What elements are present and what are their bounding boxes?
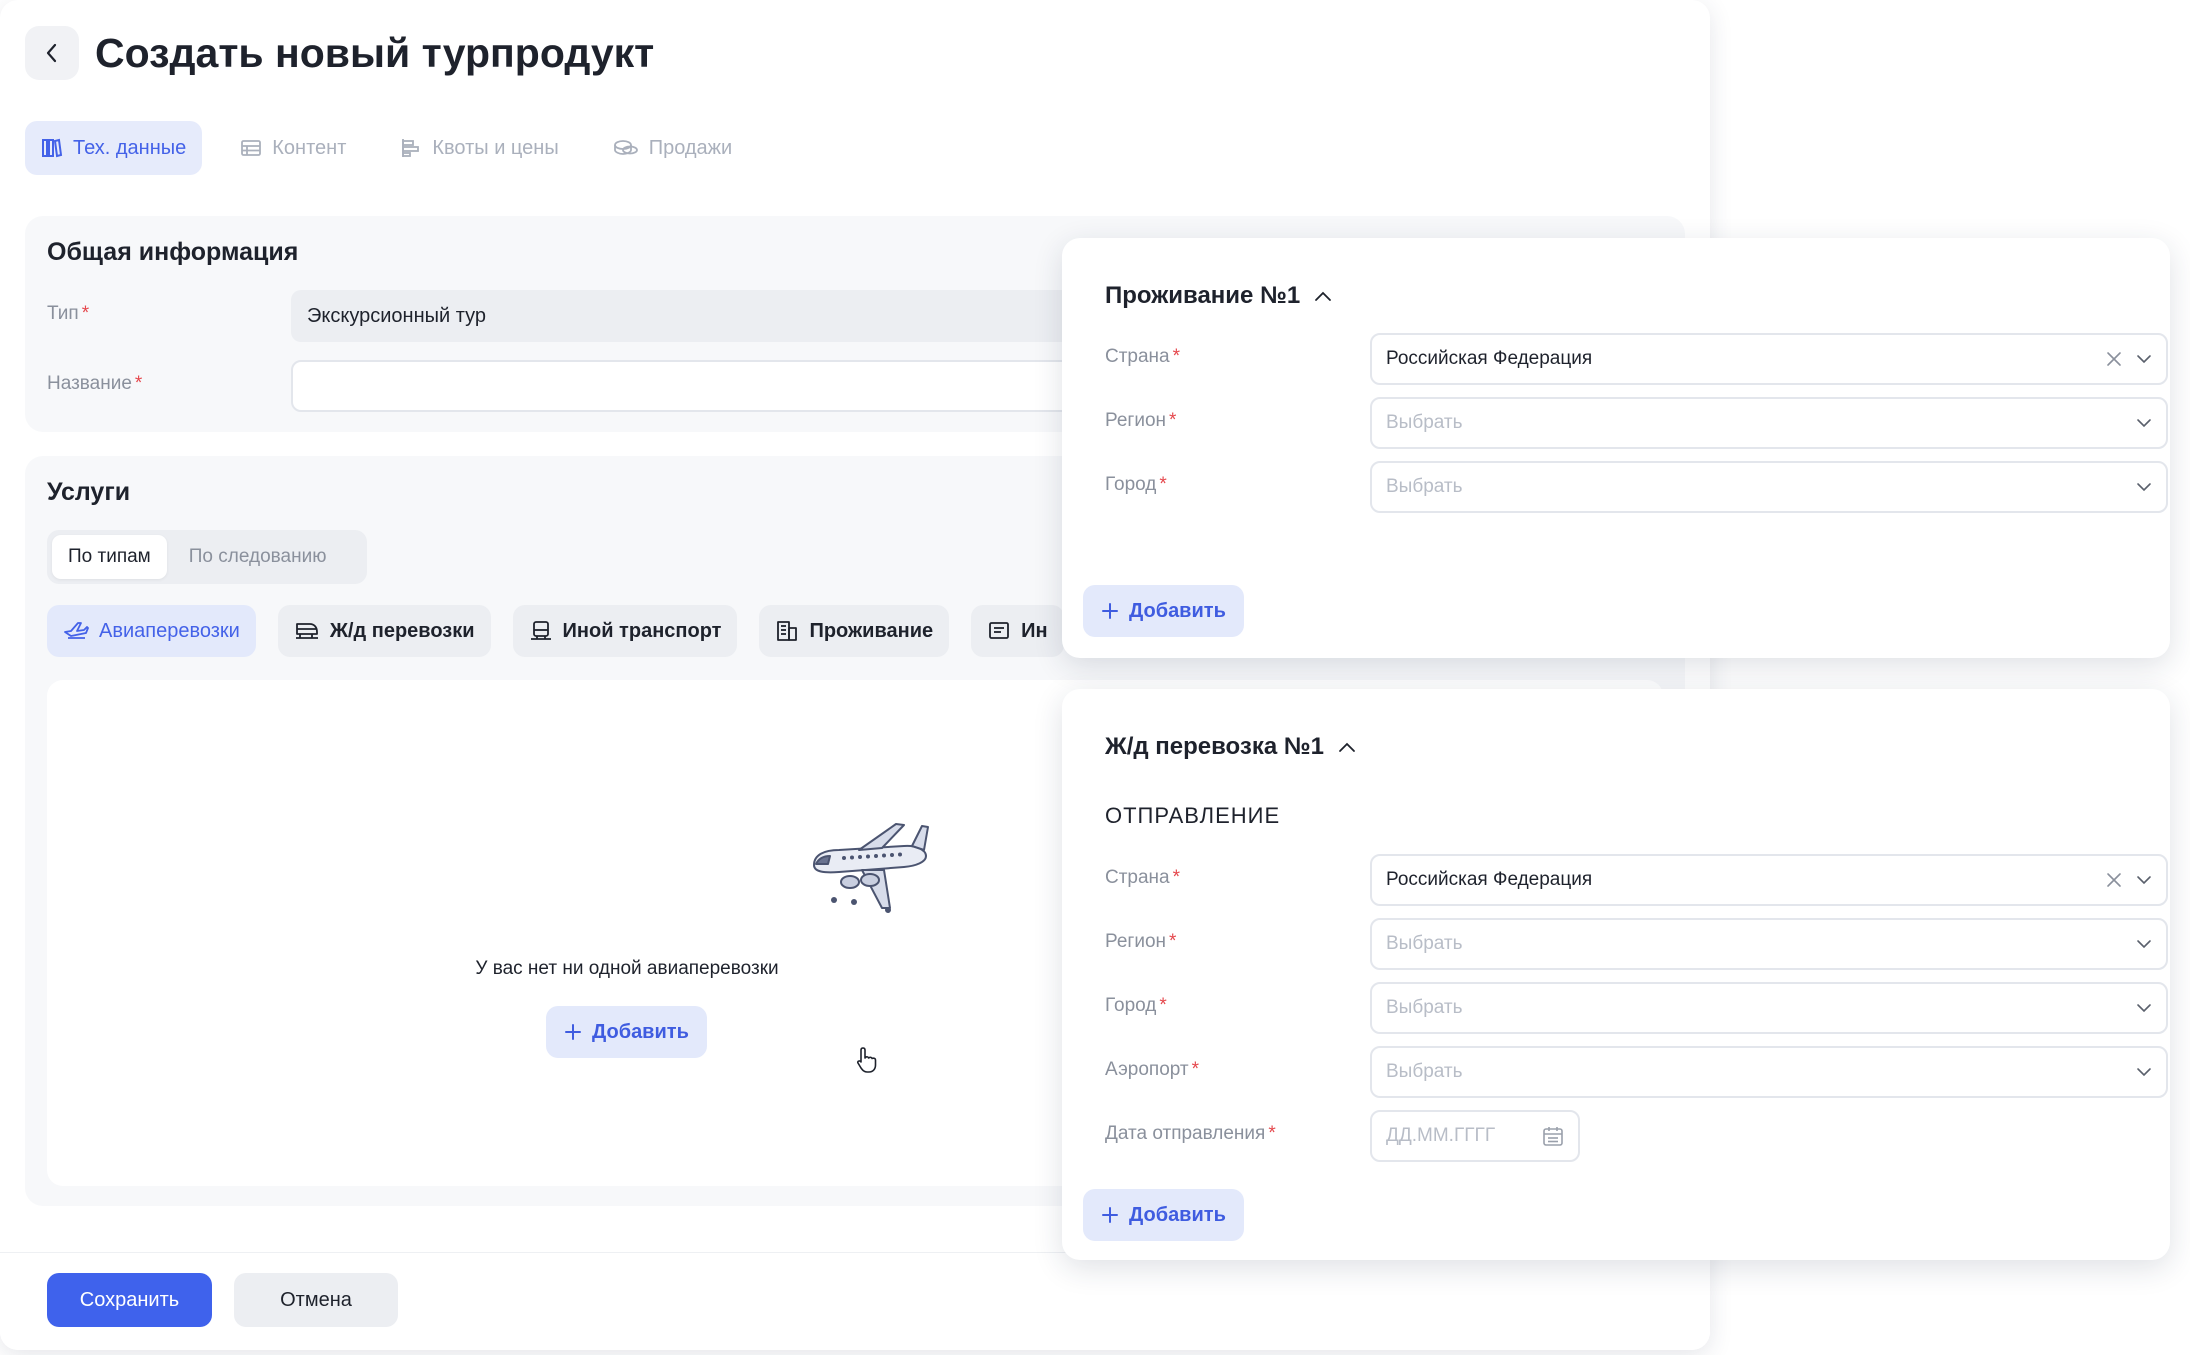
tab-bar: Тех. данные Контент Квоты и цены Продажи: [25, 121, 748, 175]
clear-icon[interactable]: [2106, 351, 2122, 367]
type-value: Экскурсионный тур: [307, 304, 486, 327]
add-air-button[interactable]: Добавить: [546, 1006, 707, 1058]
chevron-down-icon: [2137, 876, 2151, 885]
departure-date-label: Дата отправления *: [1105, 1123, 1276, 1144]
service-type-chips: Авиаперевозки Ж/д перевозки Иной транспо…: [47, 605, 1064, 657]
airport-select[interactable]: Выбрать: [1370, 1046, 2168, 1098]
chip-label: Проживание: [809, 619, 934, 642]
name-label: Название *: [47, 373, 143, 394]
section-title: Услуги: [47, 478, 131, 506]
coins-icon: [613, 140, 638, 155]
clear-icon[interactable]: [2106, 872, 2122, 888]
action-bar: Сохранить Отмена: [0, 1252, 1710, 1350]
books-icon: [42, 138, 63, 158]
page-header: Создать новый турпродукт: [25, 26, 654, 80]
chip-label: Иной транспорт: [562, 619, 722, 642]
chevron-down-icon: [2137, 419, 2151, 428]
chevron-left-icon: [46, 43, 57, 63]
tab-label: Контент: [272, 136, 347, 159]
bus-icon: [530, 621, 551, 640]
region-label: Регион *: [1105, 410, 1177, 431]
segment-by-type[interactable]: По типам: [52, 535, 167, 579]
chip-air[interactable]: Авиаперевозки: [47, 605, 256, 657]
add-label: Добавить: [1129, 599, 1226, 622]
date-placeholder: ДД.ММ.ГГГГ: [1386, 1125, 1496, 1146]
chip-other-transport[interactable]: Иной транспорт: [512, 605, 738, 657]
airplane-illustration: [804, 820, 934, 920]
tab-label: Тех. данные: [73, 136, 187, 159]
city-label: Город *: [1105, 474, 1167, 495]
country-select[interactable]: Российская Федерация: [1370, 333, 2168, 385]
accommodation-title[interactable]: Проживание №1: [1105, 282, 1332, 310]
region-select[interactable]: Выбрать: [1370, 397, 2168, 449]
railway-panel: Ж/д перевозка №1 ОТПРАВЛЕНИЕ Страна * Рос…: [1062, 689, 2170, 1260]
country-value: Российская Федерация: [1386, 348, 1593, 369]
chevron-down-icon: [2137, 1068, 2151, 1077]
services-view-toggle: По типам По следованию: [47, 530, 367, 584]
chevron-up-icon[interactable]: [1314, 290, 1332, 302]
page-title: Создать новый турпродукт: [95, 29, 655, 76]
chevron-down-icon: [2137, 483, 2151, 492]
airport-placeholder: Выбрать: [1386, 1061, 1463, 1082]
pointer-cursor-icon: [856, 1046, 878, 1079]
railway-title[interactable]: Ж/д перевозка №1: [1105, 733, 1356, 761]
add-label: Добавить: [592, 1020, 689, 1043]
chevron-down-icon: [2137, 940, 2151, 949]
city-label: Город *: [1105, 995, 1167, 1016]
plus-icon: [565, 1024, 581, 1040]
chip-rail[interactable]: Ж/д перевозки: [277, 605, 491, 657]
accommodation-panel: Проживание №1 Страна * Российская Федерац…: [1062, 238, 2170, 658]
plus-icon: [1102, 603, 1118, 619]
plus-icon: [1102, 1207, 1118, 1223]
section-title: Общая информация: [47, 238, 299, 266]
city-placeholder: Выбрать: [1386, 997, 1463, 1018]
chevron-down-icon: [2137, 1004, 2151, 1013]
chart-bars-icon: [402, 139, 420, 157]
building-icon: [777, 621, 798, 641]
country-label: Страна *: [1105, 867, 1181, 888]
tab-sales[interactable]: Продажи: [597, 121, 749, 175]
chip-accommodation[interactable]: Проживание: [759, 605, 950, 657]
document-icon: [989, 622, 1010, 639]
plane-icon: [64, 622, 89, 639]
departure-subtitle: ОТПРАВЛЕНИЕ: [1105, 803, 1281, 828]
cancel-button[interactable]: Отмена: [234, 1273, 398, 1327]
railway-form: Ж/д перевозка №1 ОТПРАВЛЕНИЕ Страна * Рос…: [1083, 709, 2170, 1187]
city-select[interactable]: Выбрать: [1370, 982, 2168, 1034]
chevron-down-icon: [2137, 355, 2151, 364]
region-placeholder: Выбрать: [1386, 412, 1463, 433]
segment-by-route[interactable]: По следованию: [173, 535, 343, 579]
add-accommodation-button[interactable]: Добавить: [1083, 585, 1244, 637]
tab-quotas-prices[interactable]: Квоты и цены: [384, 121, 574, 175]
country-select[interactable]: Российская Федерация: [1370, 854, 2168, 906]
region-select[interactable]: Выбрать: [1370, 918, 2168, 970]
back-button[interactable]: [25, 26, 79, 80]
list-icon: [241, 140, 262, 156]
tab-content[interactable]: Контент: [224, 121, 362, 175]
chevron-up-icon[interactable]: [1338, 741, 1356, 753]
city-select[interactable]: Выбрать: [1370, 461, 2168, 513]
add-railway-button[interactable]: Добавить: [1083, 1189, 1244, 1241]
train-icon: [295, 623, 318, 639]
chip-other[interactable]: Ин: [971, 605, 1064, 657]
country-label: Страна *: [1105, 346, 1181, 367]
tab-label: Квоты и цены: [432, 136, 559, 159]
region-placeholder: Выбрать: [1386, 933, 1463, 954]
add-label: Добавить: [1129, 1203, 1226, 1226]
chip-label: Ин: [1021, 619, 1048, 642]
departure-date-input[interactable]: ДД.ММ.ГГГГ: [1370, 1110, 1580, 1162]
accommodation-form: Проживание №1 Страна * Российская Федерац…: [1083, 258, 2170, 582]
airport-label: Аэропорт *: [1105, 1059, 1200, 1080]
tab-tech-data[interactable]: Тех. данные: [25, 121, 203, 175]
save-button[interactable]: Сохранить: [47, 1273, 212, 1327]
region-label: Регион *: [1105, 931, 1177, 952]
city-placeholder: Выбрать: [1386, 476, 1463, 497]
country-value: Российская Федерация: [1386, 869, 1593, 890]
type-label: Тип *: [47, 303, 90, 324]
chip-label: Авиаперевозки: [99, 619, 240, 642]
tab-label: Продажи: [648, 136, 733, 159]
calendar-icon[interactable]: [1542, 1125, 1564, 1147]
chip-label: Ж/д перевозки: [329, 619, 475, 642]
empty-state-text: У вас нет ни одной авиаперевозки: [475, 958, 779, 979]
